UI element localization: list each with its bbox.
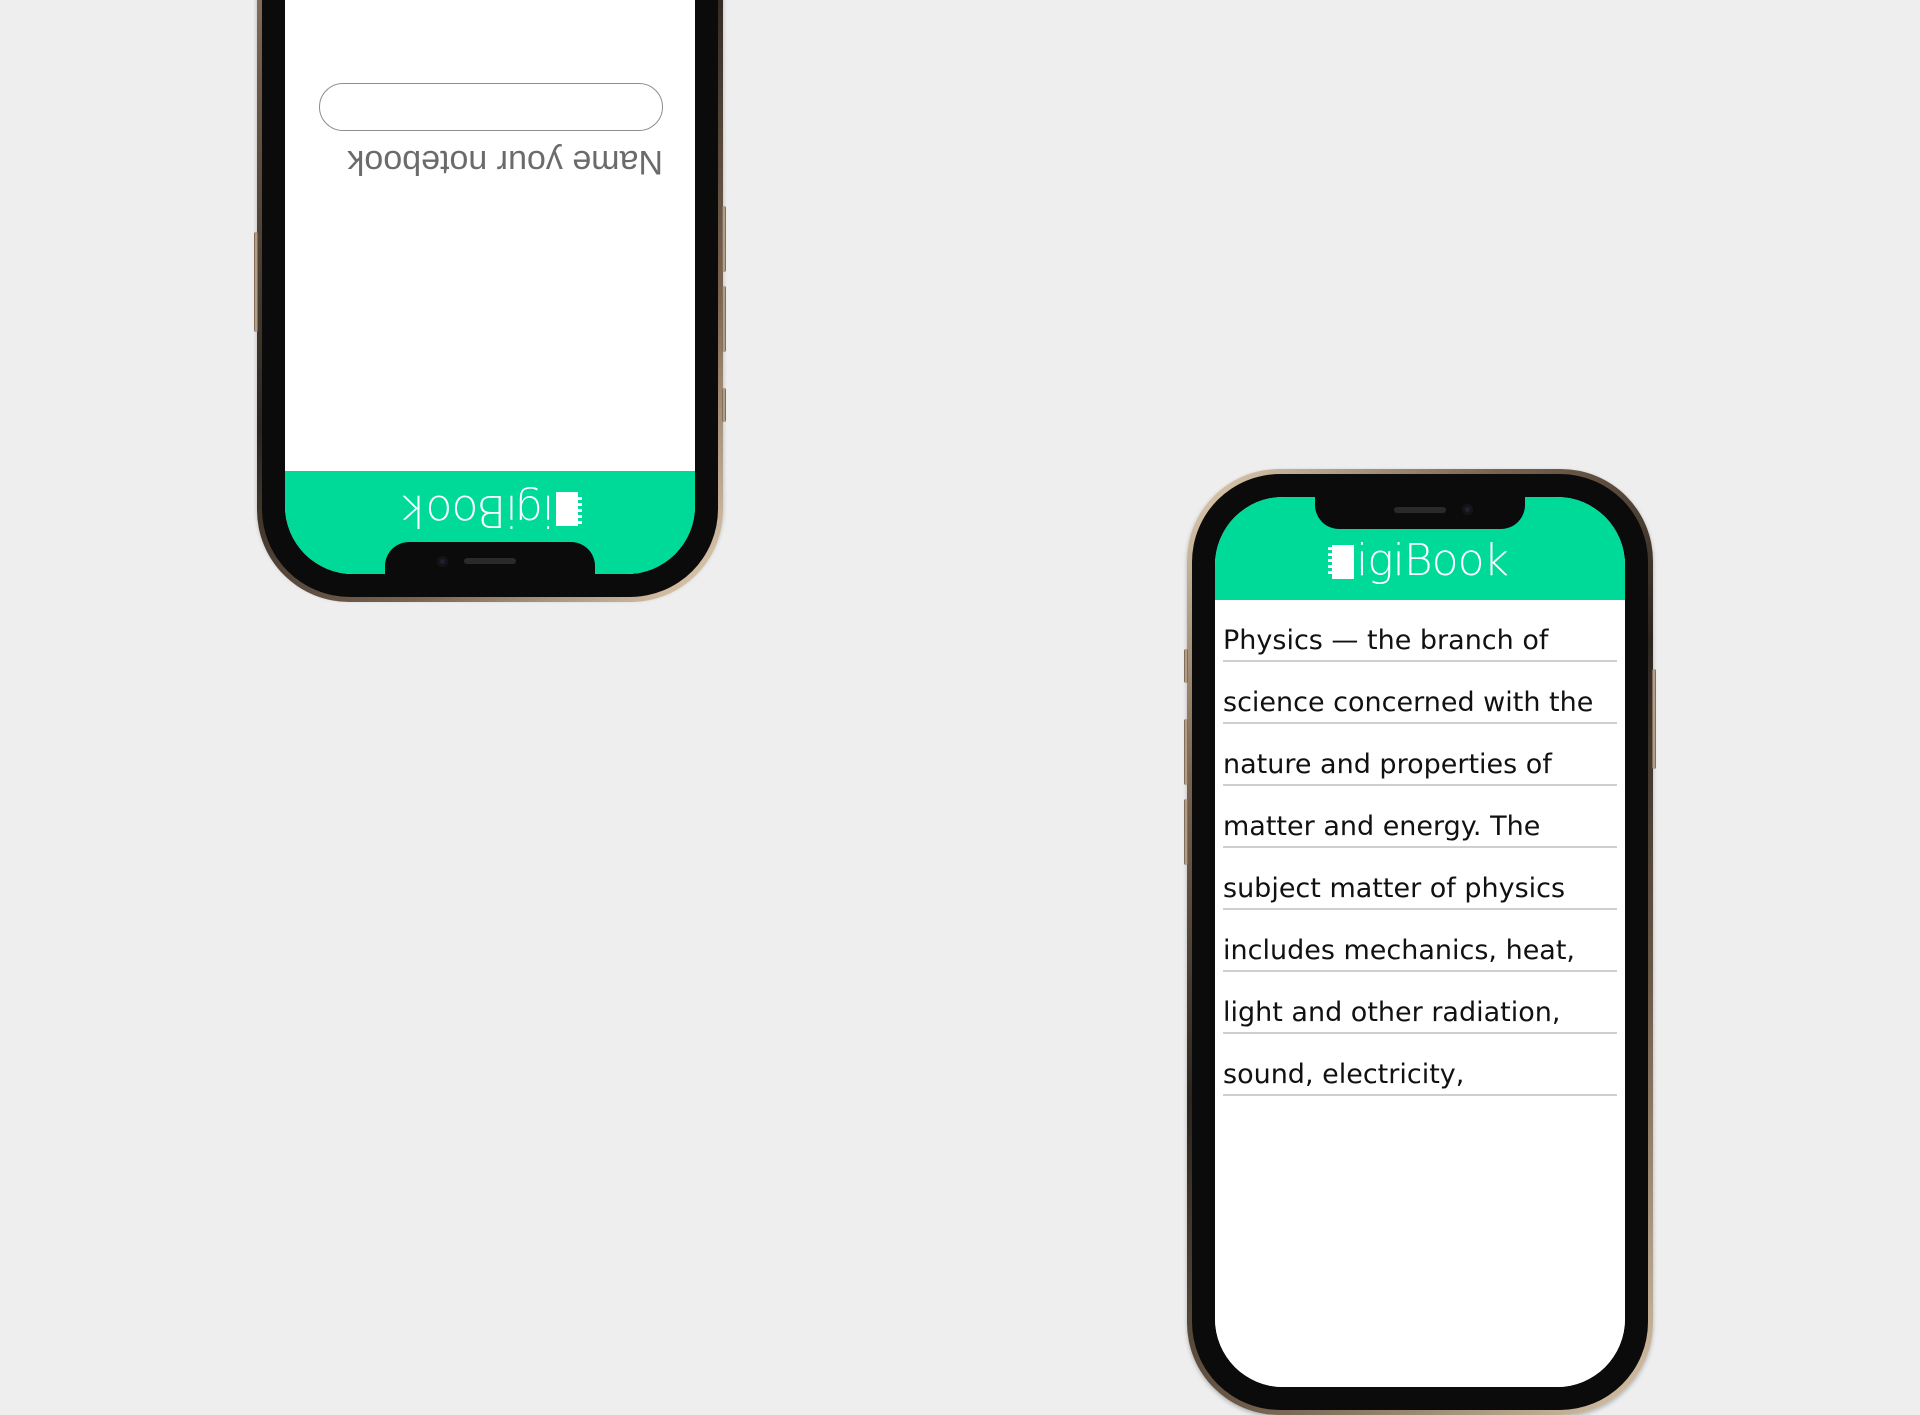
volume-up-button: [1184, 719, 1188, 785]
volume-down-button: [722, 206, 726, 272]
notebook-name-input[interactable]: [319, 83, 663, 131]
app-logo: igiBook: [285, 485, 695, 536]
notebook-spiral-icon: [556, 492, 578, 526]
front-camera: [1462, 504, 1473, 515]
phone-bezel: igiBook Physics — the branch of science …: [1192, 474, 1648, 1410]
app-logo: igiBook: [1215, 537, 1625, 585]
mute-switch: [722, 388, 726, 422]
note-line[interactable]: subject matter of physics: [1223, 848, 1617, 910]
phone-notch: [1315, 497, 1525, 529]
note-line[interactable]: matter and energy. The: [1223, 786, 1617, 848]
phone-screen: igiBook Physics — the branch of science …: [1215, 497, 1625, 1387]
note-line[interactable]: Physics — the branch of: [1223, 600, 1617, 662]
app-logo-text: igiBook: [1356, 535, 1509, 586]
notebook-name-label: Name your notebook: [347, 143, 663, 181]
note-line[interactable]: science concerned with the: [1223, 662, 1617, 724]
phone-notch: [385, 542, 595, 574]
phone-setup-screen: igiBook Name your notebook: [254, 0, 726, 602]
phone-screen: igiBook Name your notebook: [285, 0, 695, 574]
note-line[interactable]: includes mechanics, heat,: [1223, 910, 1617, 972]
front-camera: [437, 556, 448, 567]
phone-bezel: igiBook Name your notebook: [262, 0, 718, 597]
notebook-spiral-icon: [1328, 545, 1354, 579]
app-logo-text: igiBook: [402, 485, 554, 536]
speaker-grille: [1394, 507, 1446, 513]
setup-content: Name your notebook: [285, 0, 695, 471]
mute-switch: [1184, 649, 1188, 683]
power-button: [254, 232, 258, 332]
notebook-page[interactable]: Physics — the branch of science concerne…: [1215, 600, 1625, 1387]
volume-down-button: [1184, 799, 1188, 865]
power-button: [1652, 669, 1656, 769]
volume-up-button: [722, 286, 726, 352]
phone-notebook-screen: igiBook Physics — the branch of science …: [1184, 469, 1656, 1415]
speaker-grille: [464, 558, 516, 564]
note-line[interactable]: nature and properties of: [1223, 724, 1617, 786]
note-line[interactable]: sound, electricity,: [1223, 1034, 1617, 1096]
note-line[interactable]: light and other radiation,: [1223, 972, 1617, 1034]
